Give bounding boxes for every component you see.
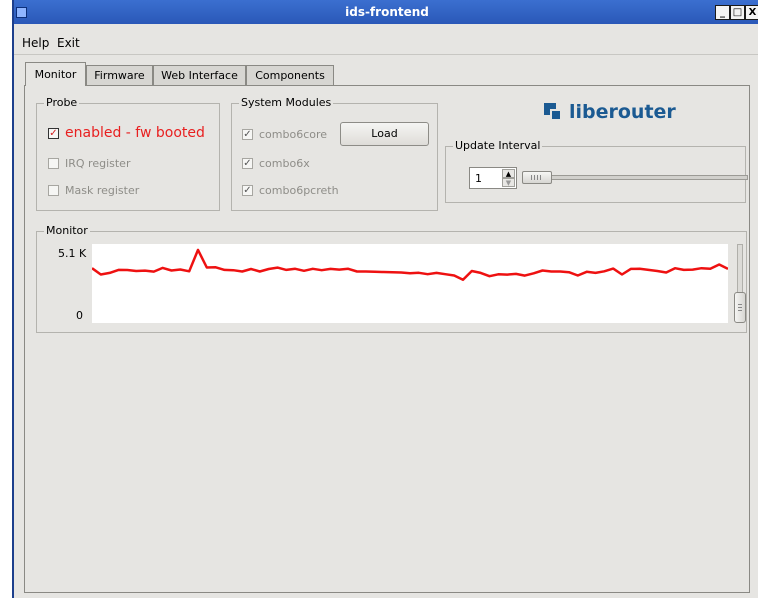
irq-register-label: IRQ register [65, 157, 131, 170]
monitor-group-title: Monitor [44, 224, 90, 237]
enabled-checkbox-box[interactable] [48, 127, 59, 139]
combo6x-checkbox-box[interactable] [242, 158, 253, 169]
monitor-chart [92, 244, 728, 323]
update-interval-slider-thumb[interactable] [522, 171, 552, 184]
combo6pcreth-checkbox[interactable]: combo6pcreth [242, 184, 339, 197]
title-bar[interactable]: ids-frontend _ □ X [14, 0, 758, 24]
y-axis-max-label: 5.1 K [58, 247, 87, 260]
update-interval-spinbox[interactable]: 1 ▲ ▼ [469, 167, 517, 189]
liberouter-logo: liberouter [544, 101, 676, 123]
tab-components[interactable]: Components [246, 65, 334, 85]
combo6x-checkbox[interactable]: combo6x [242, 157, 310, 170]
irq-register-checkbox[interactable]: IRQ register [48, 157, 130, 170]
y-axis-min-label: 0 [76, 309, 83, 322]
maximize-button[interactable]: □ [730, 5, 745, 20]
spin-up-icon[interactable]: ▲ [502, 169, 515, 178]
combo6pcreth-label: combo6pcreth [259, 184, 339, 197]
update-interval-title: Update Interval [453, 139, 543, 152]
liberouter-logo-text: liberouter [569, 101, 676, 123]
load-button[interactable]: Load [340, 122, 429, 146]
liberouter-logo-icon [544, 103, 562, 121]
app-window: ids-frontend _ □ X Help Exit Monitor Fir… [12, 0, 758, 598]
menu-separator [14, 54, 758, 55]
combo6core-checkbox[interactable]: combo6core [242, 128, 327, 141]
tab-web-interface[interactable]: Web Interface [153, 65, 246, 85]
enabled-label: enabled - fw booted [65, 125, 205, 141]
window-title: ids-frontend [345, 5, 429, 19]
mask-register-label: Mask register [65, 184, 140, 197]
menu-bar: Help Exit [14, 36, 758, 54]
minimize-button[interactable]: _ [715, 5, 730, 20]
throughput-line [92, 248, 728, 282]
mask-register-checkbox[interactable]: Mask register [48, 184, 139, 197]
spin-down-icon[interactable]: ▼ [502, 178, 515, 187]
menu-help[interactable]: Help [22, 36, 49, 50]
monitor-scrollbar-thumb[interactable] [734, 292, 746, 323]
probe-group-title: Probe [44, 96, 80, 109]
combo6core-checkbox-box[interactable] [242, 129, 253, 140]
tab-firmware[interactable]: Firmware [86, 65, 153, 85]
close-button[interactable]: X [745, 5, 758, 20]
update-interval-value[interactable]: 1 [475, 172, 482, 185]
menu-exit[interactable]: Exit [57, 36, 80, 50]
system-modules-group-title: System Modules [239, 96, 334, 109]
slider-grip-icon [531, 175, 541, 180]
irq-register-checkbox-box[interactable] [48, 158, 59, 169]
tab-monitor[interactable]: Monitor [25, 62, 86, 86]
combo6x-label: combo6x [259, 157, 310, 170]
combo6core-label: combo6core [259, 128, 328, 141]
combo6pcreth-checkbox-box[interactable] [242, 185, 253, 196]
monitor-chart-svg [92, 248, 728, 282]
enabled-checkbox[interactable]: enabled - fw booted [48, 125, 205, 141]
scroll-grip-icon [738, 303, 742, 311]
update-interval-slider-track[interactable] [522, 175, 748, 180]
mask-register-checkbox-box[interactable] [48, 185, 59, 196]
